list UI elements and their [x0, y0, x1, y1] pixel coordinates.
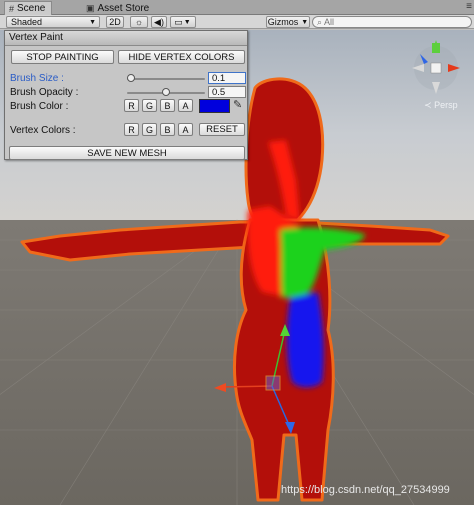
scene-toolbar: Shaded ▼ 2D ☼ ◀) ▭ ▼ Gizmos ▼ ⌕ All — [0, 15, 474, 29]
eyedropper-icon[interactable]: ✎ — [233, 98, 242, 111]
brush-color-swatch[interactable] — [199, 99, 230, 113]
vertex-channel-a-button[interactable]: A — [178, 123, 193, 136]
brush-channel-r-button[interactable]: R — [124, 99, 139, 112]
save-new-mesh-button[interactable]: SAVE NEW MESH — [9, 146, 245, 160]
watermark-text: https://blog.csdn.net/qq_27534999 — [281, 484, 450, 496]
projection-label[interactable]: ≺ Persp — [424, 100, 458, 111]
chevron-down-icon: ▼ — [183, 18, 191, 26]
vertex-channel-r-button[interactable]: R — [124, 123, 139, 136]
effects-dropdown[interactable]: ▭ ▼ — [170, 16, 196, 28]
vertex-colors-label: Vertex Colors : — [10, 125, 76, 136]
brush-color-label: Brush Color : — [10, 101, 69, 112]
brush-opacity-label: Brush Opacity : — [10, 87, 79, 98]
vertex-paint-window: Vertex Paint STOP PAINTING HIDE VERTEX C… — [4, 30, 248, 160]
brush-opacity-field[interactable]: 0.5 — [208, 86, 246, 98]
2d-toggle-label: 2D — [109, 17, 121, 27]
brush-channel-g-button[interactable]: G — [142, 99, 157, 112]
window-title[interactable]: Vertex Paint — [5, 31, 247, 46]
brush-channel-b-button[interactable]: B — [160, 99, 175, 112]
search-placeholder: All — [324, 17, 335, 27]
stop-painting-button[interactable]: STOP PAINTING — [11, 50, 114, 64]
hide-vertex-colors-button[interactable]: HIDE VERTEX COLORS — [118, 50, 245, 64]
gizmos-label: Gizmos — [267, 17, 299, 27]
perspective-icon: ≺ — [424, 100, 432, 110]
search-icon: ⌕ — [317, 16, 323, 27]
image-icon: ▭ — [174, 16, 183, 27]
tab-scene[interactable]: # Scene — [4, 1, 53, 15]
shading-mode-label: Shaded — [11, 17, 43, 27]
gizmos-dropdown[interactable]: Gizmos ▼ — [266, 16, 310, 28]
brush-size-label: Brush Size : — [10, 73, 64, 84]
reset-button[interactable]: RESET — [199, 123, 245, 136]
editor-tab-bar: # Scene ▣ Asset Store ≡ — [0, 0, 474, 15]
vertex-channel-g-button[interactable]: G — [142, 123, 157, 136]
brush-size-slider-handle[interactable] — [126, 74, 135, 82]
sun-icon: ☼ — [134, 17, 144, 27]
tab-menu-icon[interactable]: ≡ — [466, 1, 472, 12]
chevron-down-icon: ▼ — [89, 18, 96, 26]
tab-scene-label: Scene — [17, 3, 46, 14]
vertex-channel-b-button[interactable]: B — [160, 123, 175, 136]
brush-size-field[interactable]: 0.1 — [208, 72, 246, 84]
audio-toggle-button[interactable]: ◀) — [151, 16, 167, 28]
brush-channel-a-button[interactable]: A — [178, 99, 193, 112]
brush-opacity-slider-handle[interactable] — [162, 88, 170, 96]
tab-asset-store-label: Asset Store — [97, 2, 150, 14]
lighting-toggle-button[interactable]: ☼ — [130, 16, 148, 28]
speaker-icon: ◀) — [154, 16, 164, 27]
grid-icon: # — [9, 3, 15, 14]
chevron-down-icon: ▼ — [301, 18, 309, 26]
shading-mode-dropdown[interactable]: Shaded ▼ — [6, 16, 100, 28]
2d-toggle-button[interactable]: 2D — [106, 16, 124, 28]
search-input[interactable]: ⌕ All — [312, 16, 472, 28]
store-icon: ▣ — [86, 2, 95, 13]
brush-size-slider[interactable] — [127, 78, 205, 80]
tab-asset-store[interactable]: ▣ Asset Store — [82, 1, 155, 15]
